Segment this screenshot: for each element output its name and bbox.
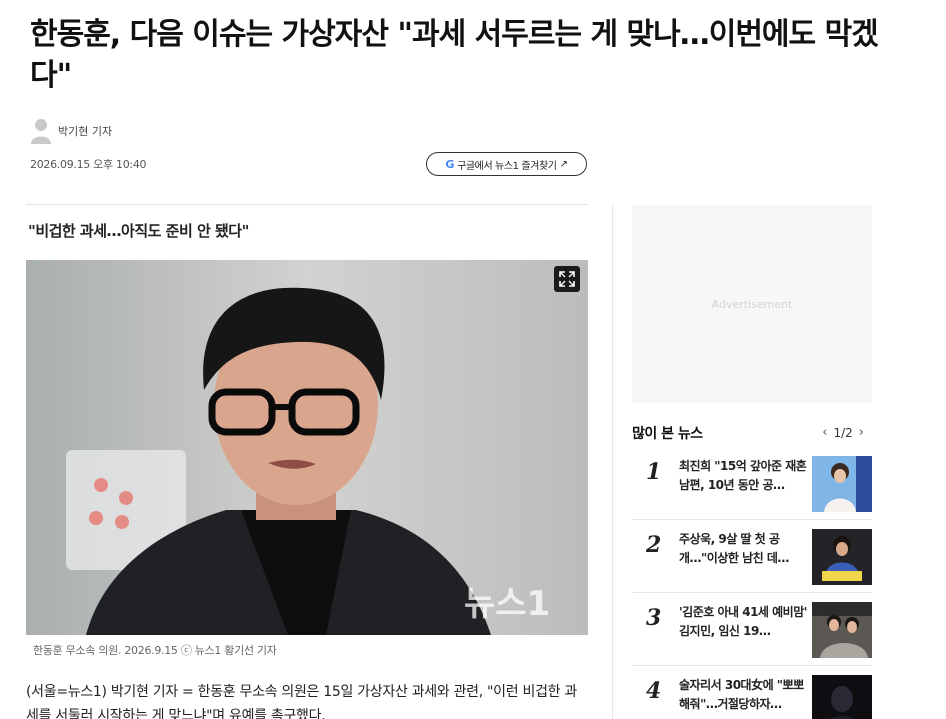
header-divider [26,204,588,205]
news-rank: 3 [646,605,662,631]
photo-caption: 한동훈 무소속 의원. 2026.9.15 ⓒ 뉴스1 황기선 기자 [33,644,277,657]
news-rank: 4 [646,678,662,704]
news-title[interactable]: 최진희 "15억 갚아준 재혼 남편, 10년 동안 공… [679,457,807,495]
popular-news-header: 많이 본 뉴스 ‹ 1/2 › [632,423,872,443]
photo-watermark: 뉴스1 [464,584,550,624]
article-photo[interactable]: 뉴스1 [26,260,588,635]
article-body: (서울=뉴스1) 박기현 기자 = 한동훈 무소속 의원은 15일 가상자산 과… [26,684,577,719]
news-thumbnail[interactable] [812,529,872,585]
photo-illustration: 뉴스1 [26,260,588,635]
expand-icon [559,271,575,287]
expand-photo-button[interactable] [554,266,580,292]
column-divider [612,204,613,719]
news-title[interactable]: 술자리서 30대女에 "뽀뽀해줘"…거절당하자… [679,676,807,714]
chevron-right-icon[interactable]: › [859,425,864,440]
news-thumbnail[interactable] [812,602,872,658]
chevron-left-icon[interactable]: ‹ [822,425,827,440]
google-g-icon: G [445,157,455,171]
external-link-icon: ↗ [559,158,568,170]
news-title[interactable]: '김준호 아내 41세 예비맘' 김지민, 임신 19… [679,603,807,641]
google-button-label: 구글에서 뉴스1 즐겨찾기 [457,160,557,172]
popular-news-item[interactable]: 4 술자리서 30대女에 "뽀뽀해줘"…거절당하자… [632,666,872,719]
ad-label: Advertisement [711,297,793,311]
popular-news-item[interactable]: 3 '김준호 아내 41세 예비맘' 김지민, 임신 19… [632,593,872,666]
advertisement-slot[interactable]: Advertisement [632,205,872,403]
person-avatar-icon [31,119,51,144]
popular-news-list: 1 최진희 "15억 갚아준 재혼 남편, 10년 동안 공… 2 주상욱, 9… [632,447,872,719]
news-title[interactable]: 주상욱, 9살 딸 첫 공개…"이상한 남친 데… [679,530,807,568]
google-favorite-button[interactable]: G 구글에서 뉴스1 즐겨찾기 ↗ [426,152,587,176]
news-rank: 1 [646,459,662,485]
news-thumbnail[interactable] [812,456,872,512]
popular-news-pager: ‹ 1/2 › [822,425,864,440]
reporter-name[interactable]: 박기현 기자 [58,123,112,139]
publish-datetime: 2026.09.15 오후 10:40 [30,158,147,171]
news-thumbnail[interactable] [812,675,872,719]
news-rank: 2 [646,532,662,558]
page-indicator: 1/2 [833,425,853,440]
article-subheadline: "비겁한 과세…아직도 준비 안 됐다" [28,222,249,240]
popular-news-title: 많이 본 뉴스 [632,426,703,442]
popular-news-item[interactable]: 2 주상욱, 9살 딸 첫 공개…"이상한 남친 데… [632,520,872,593]
byline: 박기현 기자 [30,118,112,144]
article-headline: 한동훈, 다음 이슈는 가상자산 "과세 서두르는 게 맞나…이번에도 막겠다" [30,17,879,93]
popular-news-item[interactable]: 1 최진희 "15억 갚아준 재혼 남편, 10년 동안 공… [632,447,872,520]
